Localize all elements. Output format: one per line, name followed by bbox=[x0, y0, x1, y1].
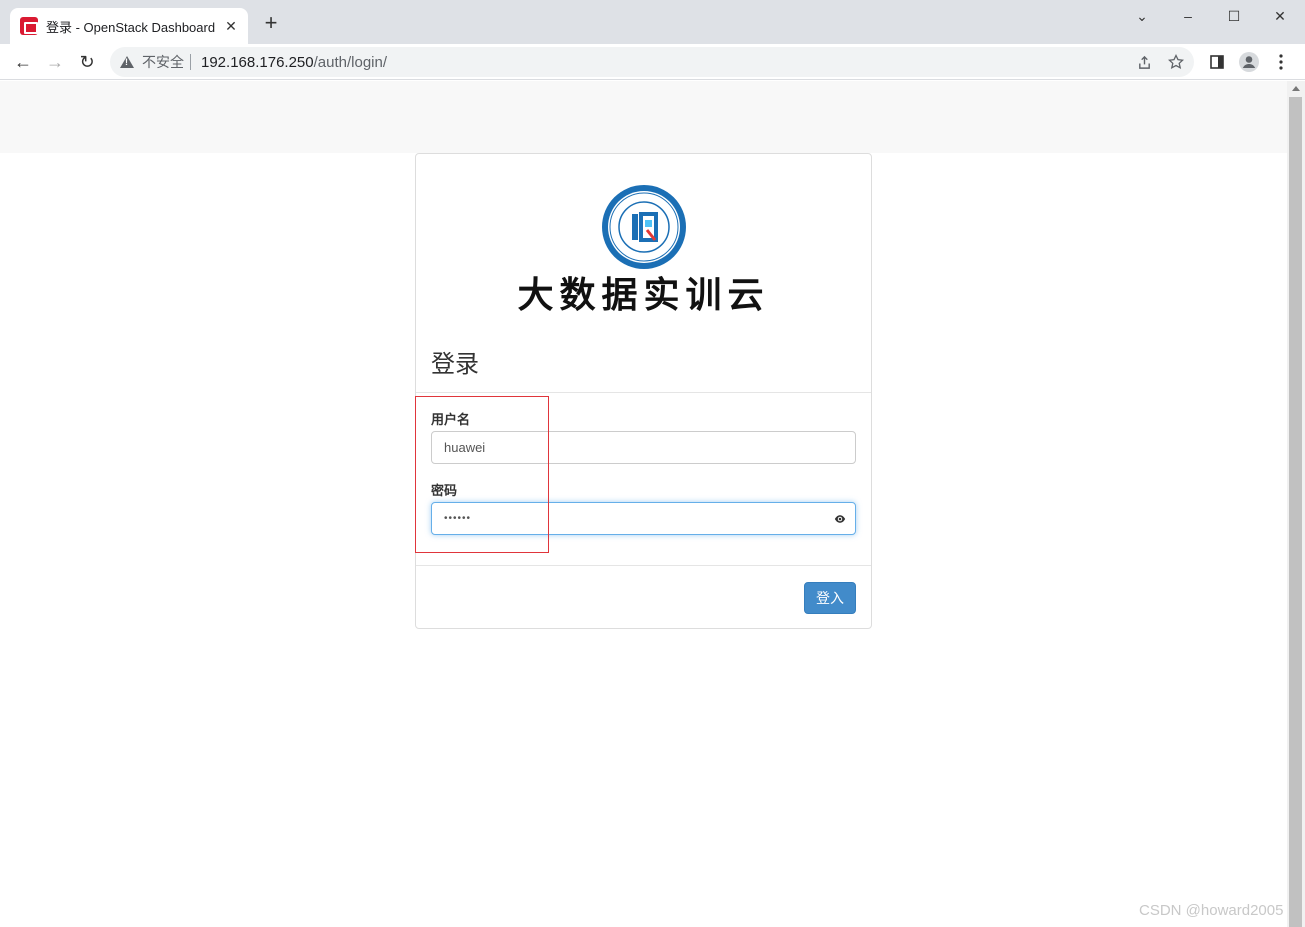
page-scrollbar[interactable] bbox=[1287, 81, 1305, 927]
openstack-favicon-icon bbox=[20, 17, 38, 35]
tab-close-icon[interactable]: ✕ bbox=[220, 15, 242, 37]
tab-title: 登录 - OpenStack Dashboard bbox=[46, 19, 216, 35]
url-host: 192.168.176.250 bbox=[201, 53, 314, 71]
profile-icon[interactable] bbox=[1237, 50, 1261, 74]
menu-icon[interactable] bbox=[1269, 50, 1293, 74]
url-path: /auth/login/ bbox=[313, 53, 388, 71]
security-status[interactable]: 不安全 bbox=[142, 52, 184, 72]
school-seal-icon bbox=[602, 185, 686, 269]
reload-button[interactable]: ↻ bbox=[75, 50, 99, 74]
address-separator bbox=[190, 54, 191, 70]
side-panel-icon[interactable] bbox=[1205, 50, 1229, 74]
scrollbar-thumb[interactable] bbox=[1289, 97, 1302, 927]
browser-tab[interactable]: 登录 - OpenStack Dashboard ✕ bbox=[10, 8, 248, 44]
share-icon[interactable] bbox=[1135, 53, 1153, 71]
scroll-up-arrow-icon[interactable] bbox=[1292, 86, 1300, 91]
warning-icon[interactable] bbox=[120, 56, 134, 68]
close-window-button[interactable]: ✕ bbox=[1268, 6, 1292, 26]
maximize-button[interactable]: ☐ bbox=[1222, 6, 1246, 26]
browser-toolbar: ← → ↻ 不安全 192.168.176.250 /auth/login/ bbox=[0, 44, 1305, 80]
login-heading: 登录 bbox=[431, 351, 479, 378]
tab-strip: 登录 - OpenStack Dashboard ✕ + ⌄ – ☐ ✕ bbox=[0, 0, 1305, 44]
header-divider bbox=[416, 392, 871, 393]
address-bar[interactable]: 不安全 192.168.176.250 /auth/login/ bbox=[110, 47, 1194, 77]
minimize-button[interactable]: – bbox=[1176, 6, 1200, 26]
reveal-password-eye-icon[interactable] bbox=[834, 513, 846, 525]
brand-area: 大数据实训云 bbox=[416, 154, 871, 324]
tab-search-icon[interactable]: ⌄ bbox=[1130, 6, 1154, 26]
annotation-highlight-box bbox=[415, 396, 549, 553]
back-button[interactable]: ← bbox=[11, 50, 35, 74]
csdn-watermark: CSDN @howard2005 bbox=[1139, 902, 1284, 919]
footer-divider bbox=[416, 565, 871, 566]
login-button[interactable]: 登入 bbox=[804, 582, 856, 614]
brand-title: 大数据实训云 bbox=[517, 274, 770, 316]
login-card: 大数据实训云 登录 用户名 huawei 密码 •••••• 登入 bbox=[415, 153, 872, 629]
page-header-band bbox=[0, 81, 1287, 153]
forward-button[interactable]: → bbox=[43, 50, 67, 74]
new-tab-button[interactable]: + bbox=[260, 12, 282, 35]
star-icon[interactable] bbox=[1167, 53, 1185, 71]
